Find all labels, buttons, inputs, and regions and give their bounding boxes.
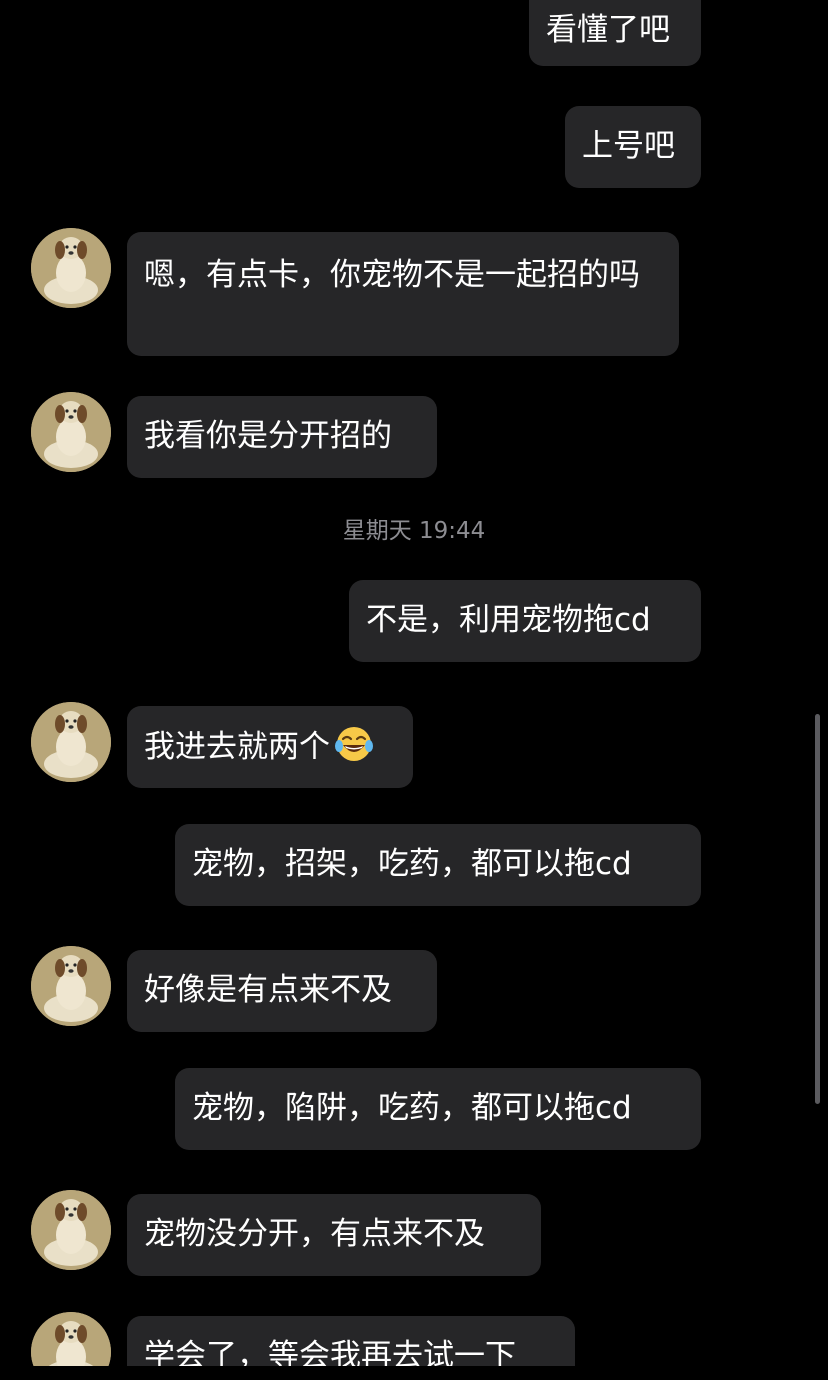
message-text: 嗯，有点卡，你宠物不是一起招的吗 — [144, 257, 640, 293]
message-bubble-sent[interactable]: 上号吧 — [565, 106, 701, 188]
message-text: 看懂了吧 — [546, 12, 670, 48]
contact-avatar[interactable] — [31, 1312, 111, 1366]
message-bubble-received[interactable]: 好像是有点来不及 — [127, 950, 437, 1032]
message-text: 学会了，等会我再去试一下 — [144, 1338, 516, 1366]
message-bubble-sent[interactable]: 宠物，陷阱，吃药，都可以拖cd — [175, 1068, 701, 1150]
dog-avatar-icon — [31, 1312, 111, 1366]
contact-avatar[interactable] — [31, 946, 111, 1026]
dog-avatar-icon — [31, 702, 111, 782]
face-with-tears-of-joy-icon — [335, 727, 373, 761]
message-text: 不是，利用宠物拖cd — [366, 602, 651, 638]
message-bubble-received[interactable]: 我进去就两个 — [127, 706, 413, 788]
dog-avatar-icon — [31, 1190, 111, 1270]
message-text: 好像是有点来不及 — [144, 972, 392, 1008]
message-bubble-received[interactable]: 宠物没分开，有点来不及 — [127, 1194, 541, 1276]
contact-avatar[interactable] — [31, 1190, 111, 1270]
chat-message-list[interactable]: 看懂了吧 上号吧 嗯，有点卡，你宠物不是一起招的吗 我看你是分开招的 星期天 1… — [0, 0, 828, 1366]
message-bubble-received[interactable]: 嗯，有点卡，你宠物不是一起招的吗 — [127, 232, 679, 356]
message-bubble-received[interactable]: 学会了，等会我再去试一下 — [127, 1316, 575, 1366]
message-text: 我看你是分开招的 — [144, 418, 392, 454]
contact-avatar[interactable] — [31, 702, 111, 782]
message-bubble-sent[interactable]: 宠物，招架，吃药，都可以拖cd — [175, 824, 701, 906]
message-text: 宠物，陷阱，吃药，都可以拖cd — [192, 1090, 632, 1126]
dog-avatar-icon — [31, 392, 111, 472]
message-text: 我进去就两个 — [144, 729, 330, 765]
message-text: 宠物没分开，有点来不及 — [144, 1216, 485, 1252]
dog-avatar-icon — [31, 946, 111, 1026]
message-bubble-sent[interactable]: 看懂了吧 — [529, 0, 701, 66]
message-text: 宠物，招架，吃药，都可以拖cd — [192, 846, 632, 882]
scrollbar-thumb[interactable] — [815, 714, 820, 1104]
contact-avatar[interactable] — [31, 392, 111, 472]
dog-avatar-icon — [31, 228, 111, 308]
contact-avatar[interactable] — [31, 228, 111, 308]
message-bubble-received[interactable]: 我看你是分开招的 — [127, 396, 437, 478]
message-timestamp: 星期天 19:44 — [342, 518, 486, 544]
message-bubble-sent[interactable]: 不是，利用宠物拖cd — [349, 580, 701, 662]
message-text: 上号吧 — [582, 128, 675, 164]
